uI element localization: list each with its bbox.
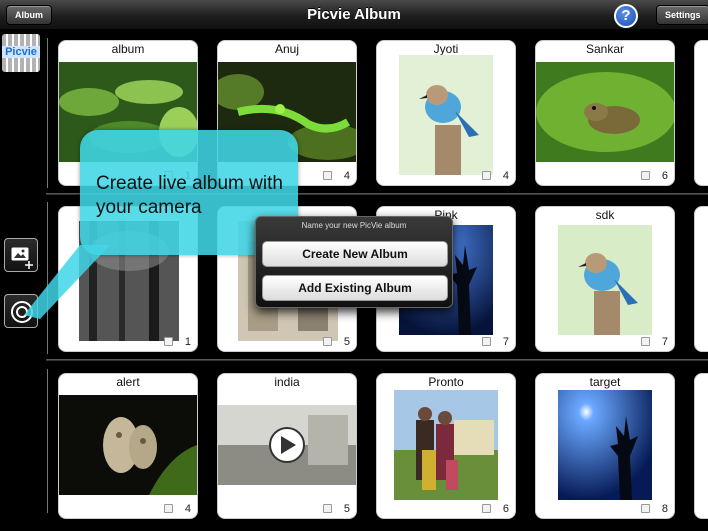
stack-icon: [164, 337, 173, 346]
logo-text: Picvie: [2, 46, 40, 58]
shelf-divider: [46, 359, 708, 361]
album-card[interactable]: Sankar 6: [535, 40, 675, 186]
shelf-bracket: [47, 38, 51, 188]
stack-icon: [482, 504, 491, 513]
callout-pointer-arrow: [24, 245, 110, 319]
settings-button[interactable]: Settings: [656, 5, 708, 25]
album-card[interactable]: Jyoti 4: [376, 40, 516, 186]
photo-count: 7: [661, 336, 668, 348]
album-name: Sankar: [585, 42, 625, 56]
album-name: target: [589, 375, 621, 389]
album-name: Anuj: [274, 42, 300, 56]
photo-count: 8: [661, 503, 668, 515]
album-card[interactable]: target 8: [535, 373, 675, 519]
album-thumbnail: [399, 55, 493, 175]
photo-count: 4: [184, 503, 191, 515]
album-card[interactable]: Pronto 6: [376, 373, 516, 519]
album-card-partial[interactable]: [694, 40, 708, 186]
photo-count: 7: [502, 336, 509, 348]
album-thumbnail: [558, 225, 652, 335]
album-name: india: [274, 375, 300, 389]
album-card[interactable]: india 5: [217, 373, 357, 519]
add-existing-album-button[interactable]: Add Existing Album: [262, 275, 448, 301]
stack-icon: [323, 504, 332, 513]
album-thumbnail: [59, 395, 197, 495]
album-card-partial[interactable]: [694, 206, 708, 352]
photo-count: 4: [343, 170, 350, 182]
album-thumbnail: [536, 62, 674, 162]
stack-icon: [641, 337, 650, 346]
album-thumbnail: [394, 390, 498, 500]
photo-count: 6: [502, 503, 509, 515]
photo-count: 5: [343, 336, 350, 348]
photo-count: 1: [184, 336, 191, 348]
stack-icon: [323, 337, 332, 346]
photo-count: 6: [661, 170, 668, 182]
new-album-popup: Name your new PicVie album Create New Al…: [255, 216, 453, 308]
create-new-album-button[interactable]: Create New Album: [262, 241, 448, 267]
album-name: Jyoti: [433, 42, 459, 56]
album-name: Pronto: [428, 375, 464, 389]
photo-count: 4: [502, 170, 509, 182]
album-thumbnail: [558, 390, 652, 500]
album-thumbnail: [218, 405, 356, 485]
album-card-partial[interactable]: [694, 373, 708, 519]
stack-icon: [323, 171, 332, 180]
picvie-logo: Picvie: [2, 34, 40, 72]
page-title: Picvie Album: [307, 6, 401, 23]
album-name: alert: [116, 375, 140, 389]
stack-icon: [482, 337, 491, 346]
photo-count: 5: [343, 503, 350, 515]
album-card[interactable]: alert 4: [58, 373, 198, 519]
top-navigation-bar: Album Picvie Album ? Settings: [0, 0, 708, 30]
popup-header: Name your new PicVie album: [301, 221, 407, 230]
help-icon[interactable]: ?: [614, 4, 638, 28]
stack-icon: [641, 171, 650, 180]
callout-text: Create live album with your camera: [96, 173, 283, 218]
album-name: album: [111, 42, 145, 56]
album-name: sdk: [595, 208, 615, 222]
stack-icon: [482, 171, 491, 180]
shelf-bracket: [47, 369, 51, 513]
stack-icon: [164, 504, 173, 513]
stack-icon: [641, 504, 650, 513]
album-card[interactable]: sdk 7: [535, 206, 675, 352]
